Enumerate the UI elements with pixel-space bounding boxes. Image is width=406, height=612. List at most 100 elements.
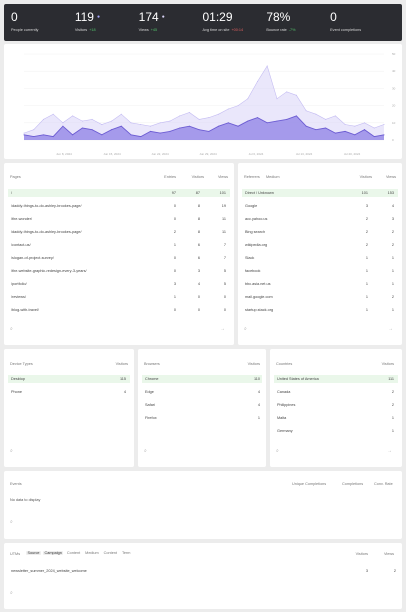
table-row[interactable]: Malta 1 (274, 414, 398, 422)
data-point[interactable] (188, 125, 190, 127)
table-row[interactable]: /daddy-things-to-do-ashley-brookes-page/… (8, 202, 230, 210)
data-point[interactable] (218, 125, 220, 127)
table-row[interactable]: startup.stack.org 1 1 (242, 306, 398, 314)
tab-content[interactable]: Content (65, 551, 81, 555)
table-row[interactable]: Firefox 1 (142, 414, 262, 422)
table-row[interactable]: Phone 4 (8, 388, 130, 396)
data-point[interactable] (198, 129, 200, 131)
data-point[interactable] (159, 132, 161, 134)
data-point[interactable] (130, 134, 132, 136)
data-point[interactable] (227, 108, 229, 110)
data-point[interactable] (81, 127, 83, 129)
tab-medium[interactable]: Medium (266, 175, 280, 179)
data-point[interactable] (286, 118, 288, 120)
col-views[interactable]: Views (370, 552, 394, 556)
col-visitors[interactable]: Visitors (182, 175, 204, 179)
table-row[interactable]: Germany 1 (274, 427, 398, 435)
data-point[interactable] (315, 113, 317, 115)
kpi-avg-time[interactable]: 01:29 Avg time on site +00:14 (202, 10, 266, 41)
data-point[interactable] (149, 125, 151, 127)
data-point[interactable] (305, 125, 307, 127)
table-row[interactable]: Edge 4 (142, 388, 262, 396)
table-row[interactable]: /daddy-things-to-do-ashley-brookes-page/… (8, 228, 230, 236)
data-point[interactable] (257, 81, 259, 83)
data-point[interactable] (33, 129, 35, 131)
data-point[interactable] (334, 132, 336, 134)
data-point[interactable] (23, 132, 25, 134)
data-point[interactable] (257, 117, 259, 119)
data-point[interactable] (305, 110, 307, 112)
kpi-current[interactable]: 0 People currently (11, 10, 75, 41)
data-point[interactable] (62, 122, 64, 124)
table-row[interactable]: acc.yahoo.us 2 3 (242, 215, 398, 223)
kpi-visitors[interactable]: 119 ● Visitors +18 (75, 10, 139, 41)
search-icon[interactable]: ⌕ (10, 590, 13, 596)
data-point[interactable] (140, 136, 142, 138)
data-point[interactable] (169, 130, 171, 132)
col-visitors[interactable]: Visitors (234, 362, 260, 366)
data-point[interactable] (325, 118, 327, 120)
kpi-views[interactable]: 174 ● Views +45 (139, 10, 203, 41)
search-icon[interactable]: ⌕ (10, 448, 13, 454)
tab-source[interactable]: Source (26, 551, 42, 555)
data-point[interactable] (325, 127, 327, 129)
tab-medium[interactable]: Medium (84, 551, 101, 555)
data-point[interactable] (208, 117, 210, 119)
table-row[interactable]: Direct / Unknown 101 153 (242, 189, 398, 197)
data-point[interactable] (237, 125, 239, 127)
data-point[interactable] (266, 122, 268, 124)
data-point[interactable] (276, 120, 278, 122)
data-point[interactable] (72, 115, 74, 117)
kpi-bounce[interactable]: 78% Bounce rate -7% (266, 10, 330, 41)
col-completions[interactable]: Completions (342, 482, 363, 486)
data-point[interactable] (81, 120, 83, 122)
table-row[interactable]: Google 3 4 (242, 202, 398, 210)
col-visitors[interactable]: Visitors (344, 552, 368, 556)
col-entries[interactable]: Entries (154, 175, 176, 179)
data-point[interactable] (62, 125, 64, 127)
data-point[interactable] (247, 120, 249, 122)
data-point[interactable] (101, 134, 103, 136)
tab-term[interactable]: Term (120, 551, 131, 555)
data-point[interactable] (276, 98, 278, 100)
data-point[interactable] (383, 124, 385, 126)
data-point[interactable] (354, 125, 356, 127)
col-unique-completions[interactable]: Unique Completions (292, 482, 326, 486)
table-row[interactable]: newsletter_summer_2024_website_welcome 3… (8, 567, 398, 575)
table-row[interactable]: mail.google.com 1 2 (242, 293, 398, 301)
table-row[interactable]: wikipedia.org 2 2 (242, 241, 398, 249)
data-point[interactable] (159, 122, 161, 124)
table-row[interactable]: /slogan-of-project-survey/0 6 7 (8, 254, 230, 262)
data-point[interactable] (169, 120, 171, 122)
table-row[interactable]: facebook 1 1 (242, 267, 398, 275)
table-row[interactable]: /portfolio/3 4 5 (8, 280, 230, 288)
data-point[interactable] (247, 98, 249, 100)
data-point[interactable] (52, 113, 54, 115)
data-point[interactable] (334, 115, 336, 117)
col-visitors[interactable]: Visitors (368, 362, 394, 366)
search-icon[interactable]: ⌕ (10, 519, 13, 525)
data-point[interactable] (354, 134, 356, 136)
search-icon[interactable]: ⌕ (10, 326, 13, 332)
table-row[interactable]: Chrome 110 (142, 375, 262, 383)
data-point[interactable] (315, 129, 317, 131)
table-row[interactable]: Canada 2 (274, 388, 398, 396)
data-point[interactable] (266, 65, 268, 67)
data-point[interactable] (179, 127, 181, 129)
data-point[interactable] (218, 113, 220, 115)
data-point[interactable] (364, 122, 366, 124)
data-point[interactable] (286, 91, 288, 93)
data-point[interactable] (130, 122, 132, 124)
data-point[interactable] (23, 134, 25, 136)
arrow-right-icon[interactable]: → (220, 326, 225, 332)
arrow-right-icon[interactable]: → (388, 326, 393, 332)
data-point[interactable] (111, 129, 113, 131)
kpi-events[interactable]: 0 Event completions (330, 10, 394, 41)
data-point[interactable] (140, 124, 142, 126)
data-point[interactable] (179, 115, 181, 117)
tab-campaign[interactable]: Campaign (43, 551, 64, 555)
data-point[interactable] (383, 134, 385, 136)
data-point[interactable] (295, 115, 297, 117)
tab-content-2[interactable]: Content (102, 551, 118, 555)
table-row[interactable]: /contact-us/1 6 7 (8, 241, 230, 249)
